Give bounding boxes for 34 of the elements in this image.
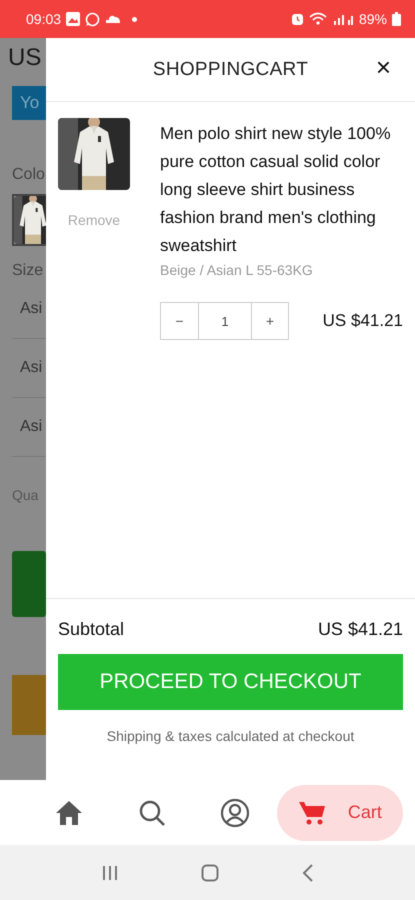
close-button[interactable]: × — [372, 52, 395, 83]
search-icon — [138, 798, 166, 826]
back-icon[interactable] — [302, 864, 314, 882]
checkout-button[interactable]: PROCEED TO CHECKOUT — [58, 654, 403, 710]
size-label: Size — [12, 262, 44, 280]
product-title: Men polo shirt new style 100% pure cotton casual solid color long sleeve shirt business fashion brand men's clothing sweatshirt — [160, 123, 392, 257]
cloud-icon — [105, 14, 122, 24]
product-price: US — [8, 44, 42, 72]
quantity-stepper[interactable]: − 1 + — [160, 302, 289, 340]
remove-link[interactable]: Remove — [68, 212, 120, 228]
home-icon — [54, 798, 84, 826]
recents-icon[interactable] — [101, 864, 120, 880]
cart-icon — [298, 800, 326, 826]
cart-title: SHOPPINGCART — [152, 58, 308, 80]
subtotal-amount: US $41.21 — [318, 619, 403, 640]
dot-icon — [132, 16, 138, 22]
image-icon — [66, 12, 80, 26]
color-swatch[interactable] — [12, 194, 46, 246]
alarm-icon — [290, 12, 304, 26]
subtotal-label: Subtotal — [58, 619, 124, 640]
color-label: Colo — [12, 166, 46, 184]
chat-icon — [85, 12, 100, 26]
home-button-icon[interactable] — [201, 864, 220, 882]
cart-tab[interactable]: Cart — [276, 784, 403, 840]
item-price: US $41.21 — [322, 311, 403, 331]
battery-icon — [392, 12, 401, 26]
account-icon — [220, 798, 250, 828]
product-variant: Beige / Asian L 55-63KG — [160, 262, 314, 278]
battery-level: 89% — [358, 11, 387, 27]
shipping-note: Shipping & taxes calculated at checkout — [106, 728, 356, 744]
buy-button[interactable]: Yo — [12, 86, 46, 120]
signal-icon — [332, 12, 354, 26]
wifi-icon — [308, 12, 327, 26]
status-time: 09:03 — [26, 11, 62, 27]
